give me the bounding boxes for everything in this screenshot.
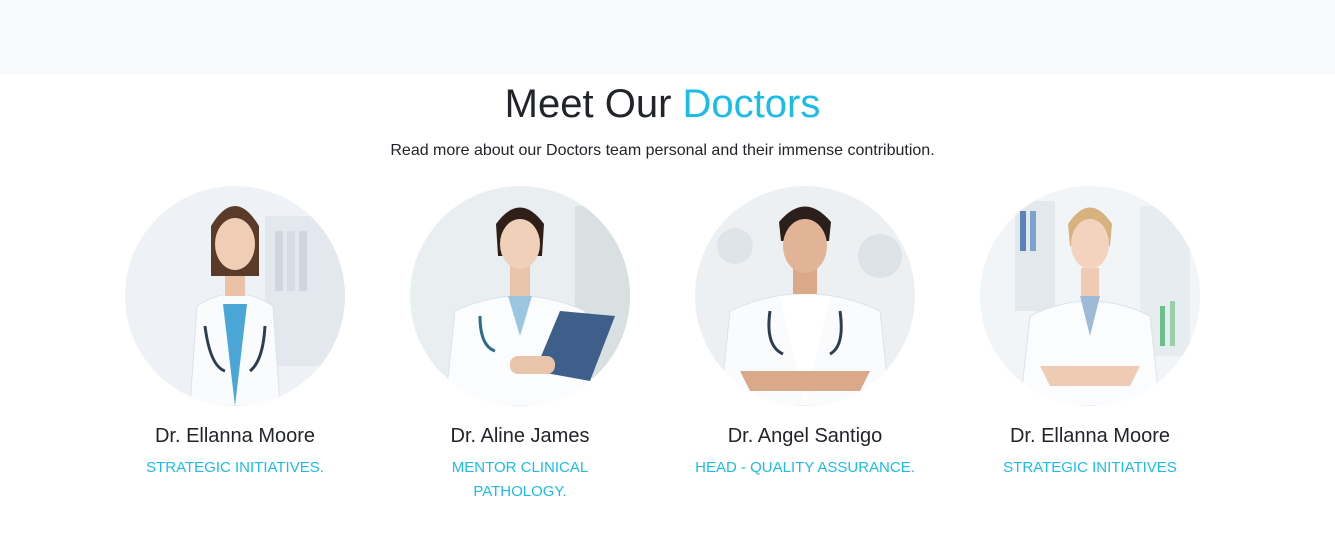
doctor-name: Dr. Ellanna Moore xyxy=(154,425,316,447)
doctor-photo[interactable] xyxy=(410,186,630,406)
top-banner-band xyxy=(0,0,1335,74)
doctor-role: STRATEGIC INITIATIVES. xyxy=(146,459,324,476)
section-subtitle: Read more about our Doctors team persona… xyxy=(390,142,935,159)
section-title: Meet Our Doctors xyxy=(0,78,1325,130)
doctor-role: MENTOR CLINICAL PATHOLOGY. xyxy=(451,459,589,500)
section-title-accent: Doctors xyxy=(682,82,821,126)
doctor-card[interactable]: Dr. Aline James MENTOR CLINICAL PATHOLOG… xyxy=(390,186,650,504)
doctor-photo[interactable] xyxy=(980,186,1200,406)
doctor-photo[interactable] xyxy=(125,186,345,406)
doctor-photo[interactable] xyxy=(695,186,915,406)
doctor-card[interactable]: Dr. Ellanna Moore STRATEGIC INITIATIVES xyxy=(960,186,1220,480)
doctor-role: STRATEGIC INITIATIVES xyxy=(1003,459,1177,476)
doctors-section: Meet Our Doctors Read more about our Doc… xyxy=(0,74,1335,541)
doctor-name: Dr. Ellanna Moore xyxy=(1009,425,1171,447)
doctor-card[interactable]: Dr. Angel Santigo HEAD - QUALITY ASSURAN… xyxy=(675,186,935,480)
doctor-card[interactable]: Dr. Ellanna Moore STRATEGIC INITIATIVES. xyxy=(105,186,365,480)
section-title-main: Meet Our xyxy=(504,82,672,126)
doctor-name: Dr. Aline James xyxy=(450,425,590,447)
doctor-name: Dr. Angel Santigo xyxy=(727,425,883,447)
doctor-role: HEAD - QUALITY ASSURANCE. xyxy=(695,459,915,476)
